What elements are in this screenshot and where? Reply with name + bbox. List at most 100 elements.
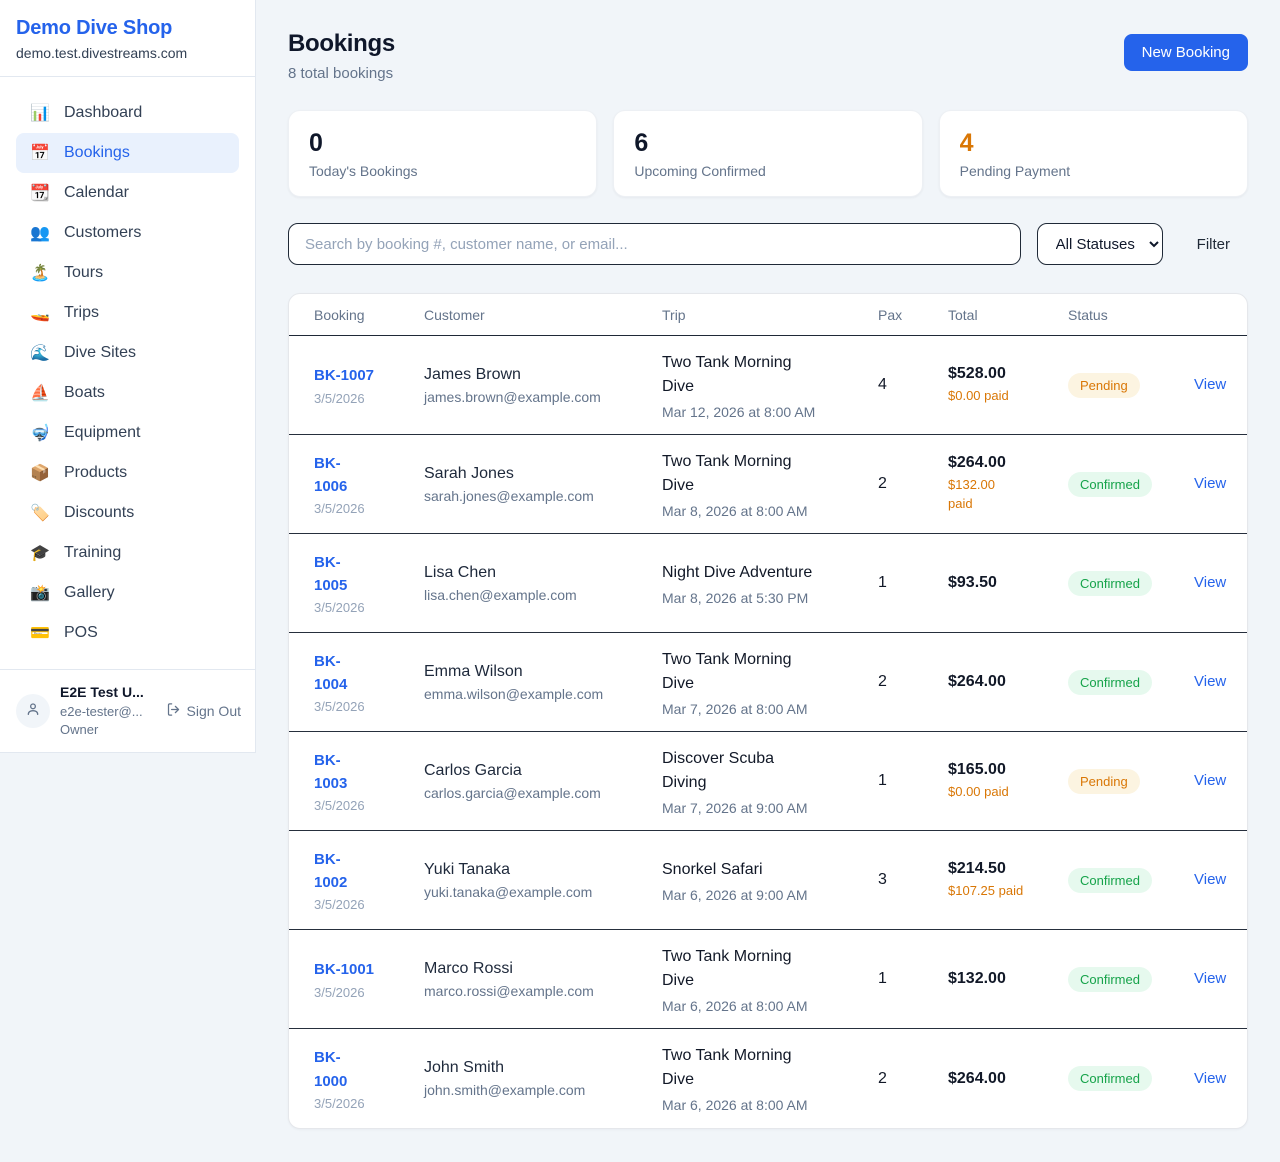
- status-cell: Confirmed: [1068, 571, 1194, 596]
- status-filter-select[interactable]: All Statuses: [1037, 223, 1163, 265]
- sidebar-item-equipment[interactable]: 🤿Equipment: [16, 413, 239, 453]
- brand-title[interactable]: Demo Dive Shop: [16, 17, 239, 40]
- tear-off-calendar-icon: 📆: [30, 183, 50, 203]
- customer-name: Sarah Jones: [424, 465, 662, 483]
- view-link[interactable]: View: [1194, 376, 1226, 393]
- stat-label: Upcoming Confirmed: [634, 163, 901, 179]
- booking-id-link[interactable]: BK-1002: [314, 848, 424, 895]
- total-amount: $264.00: [948, 1070, 1068, 1088]
- sidebar-nav: 📊Dashboard📅Bookings📆Calendar👥Customers🏝️…: [0, 77, 255, 669]
- booking-id-link[interactable]: BK-1003: [314, 749, 424, 796]
- sidebar-item-customers[interactable]: 👥Customers: [16, 213, 239, 253]
- trip-cell: Discover ScubaDiving Mar 7, 2026 at 9:00 …: [662, 747, 878, 816]
- customer-cell: Emma Wilsonemma.wilson@example.com: [424, 663, 662, 702]
- customer-name: James Brown: [424, 366, 662, 384]
- sidebar-item-products[interactable]: 📦Products: [16, 453, 239, 493]
- sidebar-item-discounts[interactable]: 🏷️Discounts: [16, 493, 239, 533]
- trip-name: Snorkel Safari: [662, 858, 878, 882]
- new-booking-button[interactable]: New Booking: [1124, 34, 1248, 71]
- total-cell: $214.50$107.25 paid: [948, 860, 1068, 901]
- view-link[interactable]: View: [1194, 772, 1226, 789]
- trip-datetime: Mar 7, 2026 at 9:00 AM: [662, 800, 878, 816]
- trip-cell: Two Tank MorningDiveMar 12, 2026 at 8:00…: [662, 351, 878, 420]
- island-icon: 🏝️: [30, 263, 50, 283]
- actions-cell: View: [1194, 574, 1226, 592]
- booking-date: 3/5/2026: [314, 391, 424, 406]
- status-badge: Pending: [1068, 373, 1140, 398]
- user-email: e2e-tester@...: [60, 704, 144, 720]
- trip-datetime: Mar 6, 2026 at 9:00 AM: [662, 887, 878, 903]
- sailboat-icon: ⛵: [30, 383, 50, 403]
- booking-cell: BK-1004 3/5/2026: [314, 650, 424, 715]
- view-link[interactable]: View: [1194, 475, 1226, 492]
- column-header-booking: Booking: [314, 307, 424, 323]
- booking-id-link[interactable]: BK-1005: [314, 551, 424, 598]
- sidebar-item-boats[interactable]: ⛵Boats: [16, 373, 239, 413]
- booking-id-link[interactable]: BK-1004: [314, 650, 424, 697]
- customer-email: sarah.jones@example.com: [424, 488, 662, 504]
- sidebar-item-calendar[interactable]: 📆 Calendar: [16, 173, 239, 213]
- status-cell: Confirmed: [1068, 868, 1194, 893]
- sidebar-item-dive-sites[interactable]: 🌊Dive Sites: [16, 333, 239, 373]
- booking-date: 3/5/2026: [314, 699, 424, 714]
- sidebar-item-dashboard[interactable]: 📊Dashboard: [16, 93, 239, 133]
- total-cell: $132.00: [948, 970, 1068, 988]
- main-content: Bookings 8 total bookings New Booking 0T…: [256, 0, 1280, 1159]
- total-amount: $165.00: [948, 761, 1068, 779]
- customer-email: lisa.chen@example.com: [424, 587, 662, 603]
- search-input[interactable]: [288, 223, 1021, 265]
- total-cell: $264.00: [948, 673, 1068, 691]
- trip-cell: Two Tank MorningDiveMar 7, 2026 at 8:00 …: [662, 648, 878, 717]
- filter-button[interactable]: Filter: [1179, 236, 1248, 253]
- sidebar-item-tours[interactable]: 🏝️Tours: [16, 253, 239, 293]
- customer-cell: John Smithjohn.smith@example.com: [424, 1059, 662, 1098]
- booking-id-link[interactable]: BK-1001: [314, 958, 424, 981]
- sidebar-item-gallery[interactable]: 📸Gallery: [16, 573, 239, 613]
- pax-value: 4: [878, 376, 948, 394]
- table-row: BK-10013/5/2026Marco Rossimarco.rossi@ex…: [289, 930, 1247, 1029]
- booking-id-link[interactable]: BK-1006: [314, 452, 424, 499]
- speedboat-icon: 🚤: [30, 303, 50, 323]
- stat-value: 6: [634, 128, 901, 158]
- customer-email: emma.wilson@example.com: [424, 686, 662, 702]
- page-header: Bookings 8 total bookings New Booking: [288, 30, 1248, 82]
- view-link[interactable]: View: [1194, 574, 1226, 591]
- view-link[interactable]: View: [1194, 970, 1226, 987]
- table-row: BK-10073/5/2026James Brownjames.brown@ex…: [289, 336, 1247, 435]
- people-icon: 👥: [30, 223, 50, 243]
- sidebar-item-label: Calendar: [64, 184, 129, 202]
- sidebar-item-label: Dive Sites: [64, 344, 136, 362]
- brand-domain: demo.test.divestreams.com: [16, 45, 239, 61]
- view-link[interactable]: View: [1194, 871, 1226, 888]
- booking-id-link[interactable]: BK-1000: [314, 1046, 424, 1093]
- bookings-table: BookingCustomerTripPaxTotalStatus BK-100…: [288, 293, 1248, 1129]
- stat-label: Today's Bookings: [309, 163, 576, 179]
- actions-cell: View: [1194, 772, 1226, 790]
- sidebar-item-pos[interactable]: 💳POS: [16, 613, 239, 653]
- trip-name: Discover ScubaDiving: [662, 747, 878, 795]
- customer-cell: Sarah Jones sarah.jones@example.com: [424, 465, 662, 504]
- sidebar-item-trips[interactable]: 🚤Trips: [16, 293, 239, 333]
- sign-out-label: Sign Out: [187, 703, 241, 719]
- stat-label: Pending Payment: [960, 163, 1227, 179]
- sidebar-item-training[interactable]: 🎓Training: [16, 533, 239, 573]
- booking-cell: BK-1007 3/5/2026: [314, 364, 424, 405]
- customer-name: Carlos Garcia: [424, 762, 662, 780]
- sidebar-item-bookings[interactable]: 📅Bookings: [16, 133, 239, 173]
- table-row: BK-10063/5/2026Sarah Jonessarah.jones@ex…: [289, 435, 1247, 534]
- booking-date: 3/5/2026: [314, 985, 424, 1000]
- sign-out-button[interactable]: Sign Out: [166, 702, 241, 720]
- view-link[interactable]: View: [1194, 673, 1226, 690]
- stat-value: 4: [960, 128, 1227, 158]
- logout-icon: [166, 702, 181, 720]
- column-header-pax: Pax: [878, 307, 948, 323]
- view-link[interactable]: View: [1194, 1070, 1226, 1087]
- sidebar-item-label: POS: [64, 624, 98, 642]
- total-paid: $107.25 paid: [948, 882, 1068, 901]
- pax-value: 2: [878, 1070, 948, 1088]
- actions-cell: View: [1194, 475, 1226, 493]
- actions-cell: View: [1194, 673, 1226, 691]
- user-name: E2E Test U...: [60, 684, 144, 702]
- booking-id-link[interactable]: BK-1007: [314, 364, 424, 387]
- calendar-date-icon: 📅: [30, 143, 50, 163]
